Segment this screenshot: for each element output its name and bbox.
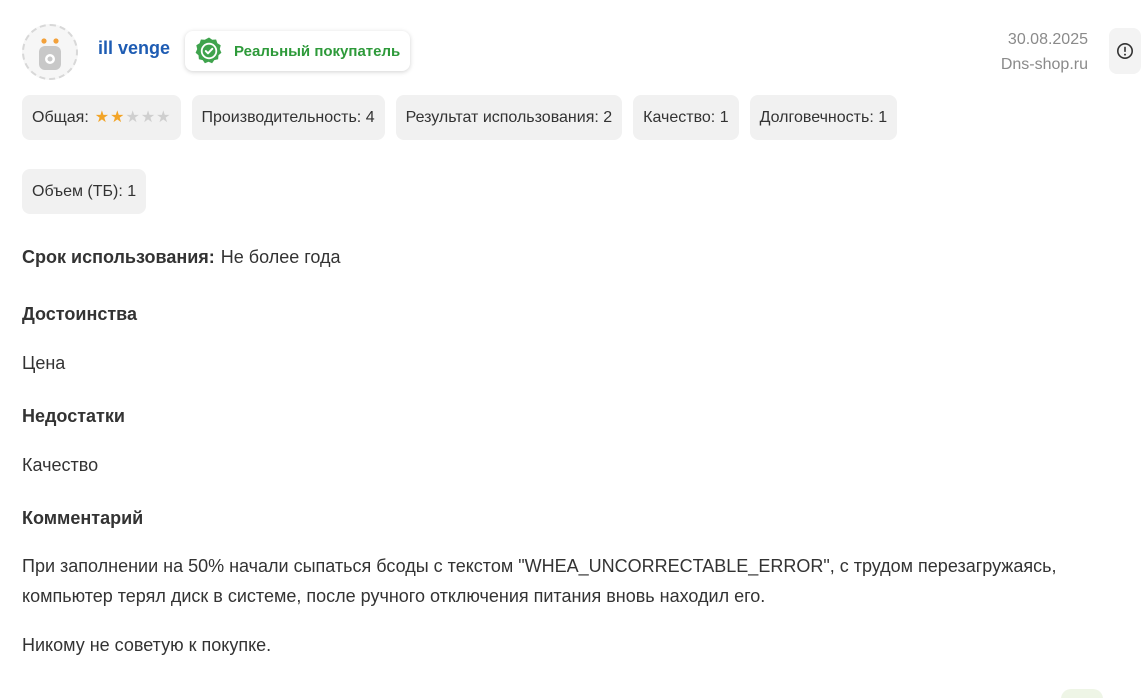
- star-icon: ★: [140, 108, 156, 126]
- author-name[interactable]: ill venge: [98, 38, 170, 59]
- comment-line: При заполнении на 50% начали сыпаться бс…: [22, 556, 1057, 576]
- rating-label: Производительность:: [201, 108, 362, 126]
- rating-usage-result: Результат использования: 2: [395, 95, 623, 140]
- rating-value: 1: [127, 182, 137, 200]
- star-icon: ★: [110, 108, 125, 126]
- review-source: Dns-shop.ru: [1000, 56, 1088, 73]
- rating-quality: Качество: 1: [633, 95, 739, 140]
- comment-line: компьютер терял диск в системе, после ру…: [22, 586, 766, 606]
- rating-value: 2: [603, 108, 613, 126]
- badge-label: Реальный покупатель: [234, 42, 401, 60]
- vote-button-partial[interactable]: [1061, 689, 1103, 698]
- verified-check-icon: [195, 37, 222, 64]
- rating-chips: Общая: ★ ★ ★ ★ ★ Производительность: 4 Р…: [22, 95, 1022, 243]
- comment-paragraph: При заполнении на 50% начали сыпаться бс…: [22, 551, 1122, 611]
- review-header: ill venge Реальный покупатель 30.08.2025…: [0, 0, 1144, 90]
- rating-label: Общая:: [32, 108, 89, 126]
- rating-row: Объем (ТБ): 1: [22, 169, 1022, 214]
- pros-title: Достоинства: [22, 304, 137, 324]
- star-icon: ★: [156, 108, 171, 126]
- cons-title: Недостатки: [22, 406, 125, 426]
- rating-label: Долговечность:: [759, 108, 874, 126]
- rating-value: 1: [878, 108, 888, 126]
- usage-period: Срок использования: Не более года: [22, 240, 1122, 274]
- review-card: ill venge Реальный покупатель 30.08.2025…: [0, 0, 1144, 698]
- rating-durability: Долговечность: 1: [749, 95, 898, 140]
- usage-value: Не более года: [220, 247, 341, 267]
- review-body: Срок использования: Не более года Достоин…: [22, 240, 1122, 660]
- star-icon: ★: [125, 108, 140, 126]
- review-meta: 30.08.2025 Dns-shop.ru: [1001, 27, 1088, 77]
- rating-value: 1: [719, 108, 729, 126]
- report-button[interactable]: [1109, 28, 1141, 74]
- verified-buyer-badge: Реальный покупатель: [185, 31, 411, 71]
- rating-label: Объем (ТБ):: [32, 182, 123, 200]
- comment-paragraph: Никому не советую к покупке.: [22, 635, 272, 655]
- rating-volume: Объем (ТБ): 1: [22, 169, 147, 214]
- usage-label: Срок использования:: [22, 247, 215, 267]
- cons-text: Качество: [22, 455, 99, 475]
- rating-row: Общая: ★ ★ ★ ★ ★ Производительность: 4 Р…: [22, 95, 1022, 140]
- rating-value: 4: [365, 108, 375, 126]
- comment-title: Комментарий: [22, 508, 144, 528]
- alert-circle-icon: [1117, 43, 1133, 59]
- rating-label: Результат использования:: [405, 108, 599, 126]
- pros-text: Цена: [22, 353, 66, 373]
- star-icon: ★: [94, 108, 110, 126]
- rating-label: Качество:: [643, 108, 716, 126]
- rating-overall: Общая: ★ ★ ★ ★ ★: [22, 95, 181, 140]
- avatar[interactable]: [22, 24, 78, 80]
- robot-avatar-icon: [39, 38, 61, 70]
- review-date: 30.08.2025: [1007, 31, 1088, 48]
- rating-performance: Производительность: 4: [191, 95, 385, 140]
- star-rating: ★ ★ ★ ★ ★: [94, 108, 171, 126]
